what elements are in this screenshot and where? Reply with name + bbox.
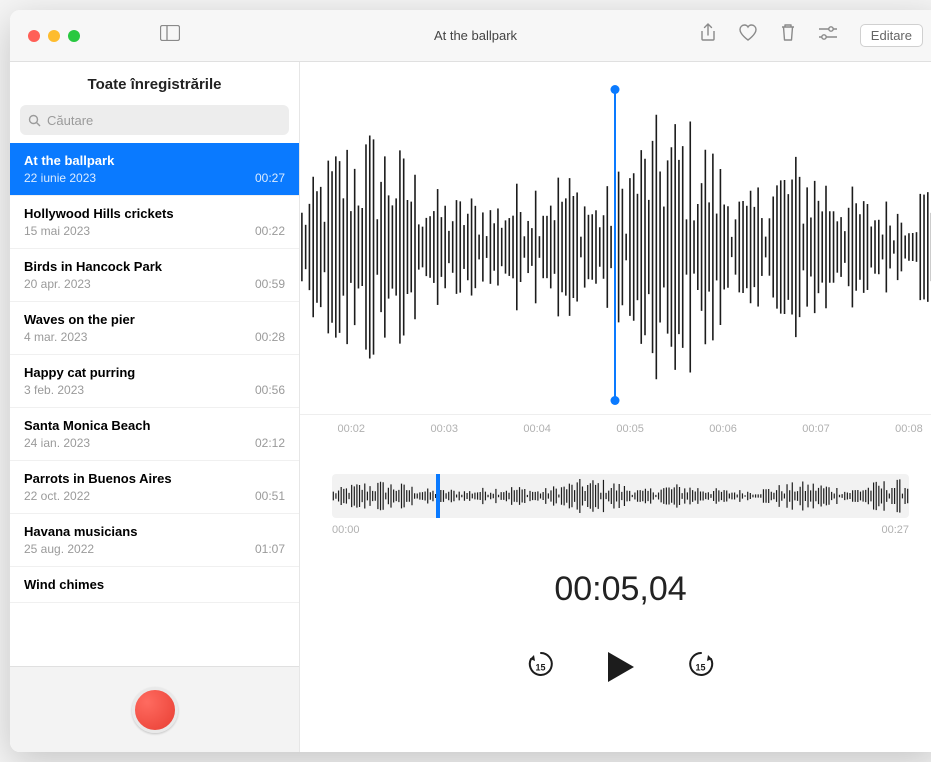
heart-icon (738, 24, 758, 42)
recording-name: At the ballpark (24, 153, 285, 168)
recording-date: 25 aug. 2022 (24, 542, 94, 556)
recording-duration: 02:12 (255, 436, 285, 450)
recording-duration: 01:07 (255, 542, 285, 556)
recording-duration: 00:27 (255, 171, 285, 185)
recording-duration: 00:51 (255, 489, 285, 503)
ruler-tick: 00:04 (523, 423, 551, 435)
recording-date: 22 oct. 2022 (24, 489, 90, 503)
search-icon (28, 114, 41, 127)
skip-back-button[interactable]: 15 (526, 649, 556, 684)
record-button[interactable] (132, 687, 178, 733)
ruler-tick: 00:05 (616, 423, 644, 435)
recording-meta: 15 mai 2023 00:22 (24, 224, 285, 238)
search-placeholder: Căutare (47, 113, 93, 128)
window-title: At the ballpark (434, 28, 517, 43)
sidebar-header: Toate înregistrările (10, 62, 299, 105)
recording-item[interactable]: Santa Monica Beach 24 ian. 2023 02:12 (10, 408, 299, 461)
skip-back-amount: 15 (535, 662, 545, 672)
recording-item[interactable]: At the ballpark 22 iunie 2023 00:27 (10, 143, 299, 196)
playback-controls: 15 15 (300, 649, 931, 684)
recording-name: Hollywood Hills crickets (24, 206, 285, 221)
sidebar-toggle-button[interactable] (160, 25, 180, 46)
sidebar: Toate înregistrările Căutare At the ball… (10, 62, 300, 752)
play-icon (606, 650, 636, 684)
waveform-detail[interactable] (300, 82, 931, 412)
ruler-tick: 00:08 (895, 423, 923, 435)
recording-meta: 25 aug. 2022 01:07 (24, 542, 285, 556)
delete-button[interactable] (780, 23, 796, 48)
recording-item[interactable]: Waves on the pier 4 mar. 2023 00:28 (10, 302, 299, 355)
skip-forward-amount: 15 (695, 662, 705, 672)
recording-name: Parrots in Buenos Aires (24, 471, 285, 486)
recording-meta: 22 oct. 2022 00:51 (24, 489, 285, 503)
recording-meta: 20 apr. 2023 00:59 (24, 277, 285, 291)
favorite-button[interactable] (738, 24, 758, 47)
ruler-tick: 00:07 (802, 423, 830, 435)
skip-forward-button[interactable]: 15 (686, 649, 716, 684)
edit-button[interactable]: Editare (860, 24, 923, 47)
overview-labels: 00:00 00:27 (332, 524, 909, 536)
recording-item[interactable]: Happy cat purring 3 feb. 2023 00:56 (10, 355, 299, 408)
recording-date: 15 mai 2023 (24, 224, 90, 238)
settings-button[interactable] (818, 25, 838, 46)
recording-meta: 22 iunie 2023 00:27 (24, 171, 285, 185)
app-window: At the ballpark (10, 10, 931, 752)
recording-item[interactable]: Wind chimes (10, 567, 299, 603)
recording-duration: 00:56 (255, 383, 285, 397)
recording-name: Wind chimes (24, 577, 285, 592)
play-button[interactable] (606, 650, 636, 684)
recording-meta: 3 feb. 2023 00:56 (24, 383, 285, 397)
time-display: 00:05,04 (300, 570, 931, 609)
waveform-overview[interactable]: 00:00 00:27 (332, 474, 909, 536)
recording-item[interactable]: Hollywood Hills crickets 15 mai 2023 00:22 (10, 196, 299, 249)
recording-duration: 00:22 (255, 224, 285, 238)
recording-name: Santa Monica Beach (24, 418, 285, 433)
recordings-list: At the ballpark 22 iunie 2023 00:27 Hollywo… (10, 143, 299, 666)
playhead[interactable] (614, 90, 616, 400)
trash-icon (780, 23, 796, 43)
overview-playhead[interactable] (436, 474, 440, 518)
recording-name: Birds in Hancock Park (24, 259, 285, 274)
recording-name: Waves on the pier (24, 312, 285, 327)
recording-date: 20 apr. 2023 (24, 277, 91, 291)
recording-meta: 4 mar. 2023 00:28 (24, 330, 285, 344)
ruler-tick: 00:02 (338, 423, 366, 435)
recording-date: 3 feb. 2023 (24, 383, 84, 397)
record-bar (10, 666, 299, 752)
waveform-overview-svg (332, 474, 909, 518)
recording-item[interactable]: Birds in Hancock Park 20 apr. 2023 00:59 (10, 249, 299, 302)
ruler-tick: 00:06 (709, 423, 737, 435)
titlebar: At the ballpark (10, 10, 931, 62)
sidebar-icon (160, 25, 180, 41)
ruler-tick: 00:03 (430, 423, 458, 435)
recording-date: 4 mar. 2023 (24, 330, 87, 344)
recording-meta: 24 ian. 2023 02:12 (24, 436, 285, 450)
time-ruler: 00:02 00:03 00:04 00:05 00:06 00:07 00:08 (300, 414, 931, 444)
recording-item[interactable]: Havana musicians 25 aug. 2022 01:07 (10, 514, 299, 567)
search-input[interactable]: Căutare (20, 105, 289, 135)
share-icon (700, 23, 716, 43)
window-controls (28, 30, 80, 42)
close-window-button[interactable] (28, 30, 40, 42)
share-button[interactable] (700, 23, 716, 48)
overview-start: 00:00 (332, 524, 360, 536)
recording-duration: 00:59 (255, 277, 285, 291)
recording-date: 24 ian. 2023 (24, 436, 90, 450)
recording-item[interactable]: Parrots in Buenos Aires 22 oct. 2022 00:51 (10, 461, 299, 514)
recording-duration: 00:28 (255, 330, 285, 344)
overview-end: 00:27 (881, 524, 909, 536)
toolbar-right: Editare (700, 23, 923, 48)
maximize-window-button[interactable] (68, 30, 80, 42)
minimize-window-button[interactable] (48, 30, 60, 42)
recording-name: Havana musicians (24, 524, 285, 539)
recording-date: 22 iunie 2023 (24, 171, 96, 185)
sliders-icon (818, 25, 838, 41)
main-panel: 00:02 00:03 00:04 00:05 00:06 00:07 00:08 00:0… (300, 62, 931, 752)
recording-name: Happy cat purring (24, 365, 285, 380)
